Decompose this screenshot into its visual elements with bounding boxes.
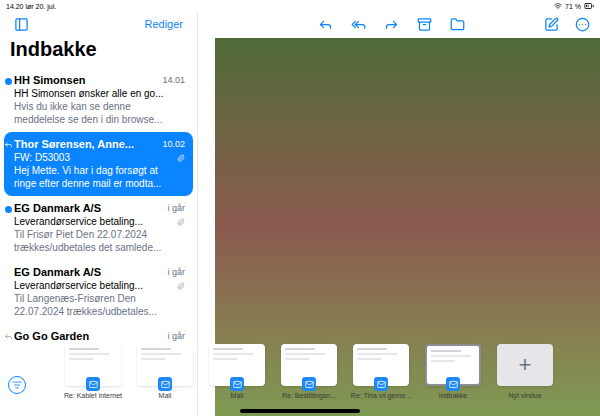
filter-button[interactable] [8,376,26,394]
window-label: Mail [134,392,196,400]
message-time: i går [167,265,185,279]
edit-button[interactable]: Rediger [144,16,183,33]
message-sender: EG Danmark A/S [14,201,101,215]
message-time: i går [167,201,185,215]
mailbox-title: Indbakke [0,36,197,68]
mail-app-badge [86,377,100,391]
new-window-symbol: + [519,354,532,376]
window-thumbnail: + [497,344,553,386]
message-subject: Leverandørservice betaling... [14,279,143,292]
status-time: 14.20 lør 20. jul. [6,3,56,10]
message-time: 10.02 [162,137,185,151]
message-subject: Leverandørservice betaling... [14,215,143,228]
attachment-icon [177,282,185,290]
battery-text: 71 % [565,3,581,10]
window-label: Mail [206,392,268,400]
shelf-window[interactable]: Re: Tina vil gerne... [350,344,412,400]
shelf-window[interactable]: Indbakke [422,344,484,400]
message-preview: trækkes/udbetales det samlede... [14,241,185,254]
mail-icon [305,380,314,389]
attachment-icon [177,154,185,162]
message-sender: HH Simonsen [14,73,86,87]
compose-icon[interactable] [544,17,559,32]
ipad-screen: 14.20 lør 20. jul.71 %RedigerIndbakkeHH … [0,0,600,416]
window-label: Re: Kablet internet [62,392,124,400]
message-preview: Hvis du ikke kan se denne [14,100,185,113]
shelf-window[interactable]: + Nyt vindue [494,344,556,400]
message-sender: Go Go Garden [14,329,89,343]
mail-icon [377,380,386,389]
mail-icon [89,380,98,389]
toolbar [198,12,600,36]
window-label: Indbakke [422,392,484,400]
status-bar: 14.20 lør 20. jul. 71 % [0,0,600,12]
reply-all-icon[interactable] [351,17,366,32]
window-label: Re: Bestillingsn... [278,392,340,400]
message-subject: FW: D53003 [14,151,70,164]
message-row[interactable]: HH Simonsen 14.01HH Simonsen ønsker alle … [4,68,193,132]
message-row[interactable]: EG Danmark A/S i går Leverandørservice bet… [4,196,193,260]
message-list: HH Simonsen 14.01HH Simonsen ønsker alle … [0,68,197,388]
mail-icon [449,380,458,389]
message-time: 14.01 [162,73,185,87]
message-preview: 22.07.2024 trækkes/udbetales... [14,305,185,318]
forward-icon[interactable] [384,17,399,32]
reply-icon[interactable] [318,17,333,32]
message-preview: Til Frisør Piet Den 22.07.2024 [14,228,185,241]
message-row[interactable]: EG Danmark A/S i går Leverandørservice bet… [4,260,193,324]
wifi-icon [554,2,562,10]
message-preview: ringe efter denne mail er modta... [14,177,185,190]
message-sender: Thor Sørensen, Anne... [14,137,134,151]
mail-app-badge [230,377,244,391]
unread-dot [5,206,12,213]
folder-icon[interactable] [450,17,465,32]
shelf-window[interactable]: Re: Bestillingsn... [278,344,340,400]
filter-icon [12,380,22,390]
replied-icon [4,332,13,341]
battery-icon [584,1,594,11]
mail-app-badge [374,377,388,391]
message-sender: EG Danmark A/S [14,265,101,279]
archive-icon[interactable] [417,17,432,32]
message-preview: Til Langenæs-Frisøren Den [14,292,185,305]
window-label: Nyt vindue [494,392,556,400]
mail-app-badge [446,377,460,391]
shelf-window[interactable]: Re: Kablet internet [62,344,124,400]
message-subject: HH Simonsen ønsker alle en go... [14,87,164,100]
window-shelf: Re: Kablet internet Mail Mail Re: Bestillin… [62,344,600,400]
message-time: i går [167,329,185,343]
shelf-window[interactable]: Mail [206,344,268,400]
message-preview: Hej Mette. Vi har i dag forsøgt at [14,164,185,177]
replied-icon [4,140,13,149]
more-icon[interactable] [575,17,590,32]
mail-icon [233,380,242,389]
mail-icon [161,380,170,389]
sidebar-toggle-icon[interactable] [14,17,29,32]
message-preview: meddelelse se den i din browse... [14,113,185,126]
mail-app-badge [158,377,172,391]
attachment-icon [177,218,185,226]
window-label: Re: Tina vil gerne... [350,392,412,400]
home-indicator[interactable] [240,409,360,413]
unread-dot [5,78,12,85]
shelf-window[interactable]: Mail [134,344,196,400]
mail-app-badge [302,377,316,391]
message-row[interactable]: Thor Sørensen, Anne... 10.02 FW: D53003Hej… [4,132,193,196]
